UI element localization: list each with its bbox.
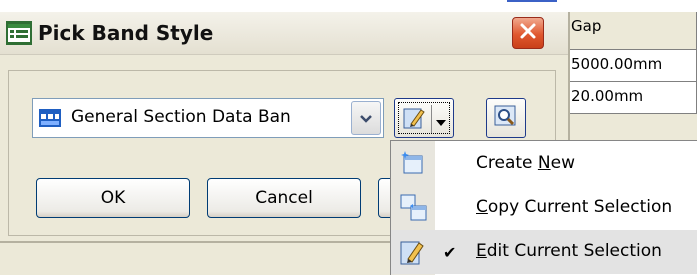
menu-item-label: Create New <box>476 153 575 173</box>
band-style-combobox[interactable]: General Section Data Ban <box>32 98 384 138</box>
pencil-edit-icon <box>400 238 426 270</box>
menu-item-label: Copy Current Selection <box>476 197 673 217</box>
menu-item-create-new[interactable]: Create New <box>391 142 697 186</box>
band-style-icon <box>6 21 32 45</box>
edit-style-split-button[interactable] <box>394 98 454 138</box>
preview-button[interactable] <box>486 98 526 138</box>
background-top-strip <box>0 0 697 12</box>
table-header-gap: Gap <box>565 12 697 50</box>
dialog-title: Pick Band Style <box>38 21 214 45</box>
menu-item-copy-current-selection[interactable]: Copy Current Selection <box>391 186 697 230</box>
title-bar: Pick Band Style <box>0 12 568 55</box>
copy-icon <box>400 194 428 226</box>
dropdown-arrow-icon[interactable] <box>435 113 447 132</box>
combo-value: General Section Data Ban <box>71 107 291 127</box>
close-button[interactable] <box>512 17 544 49</box>
check-icon: ✔ <box>443 243 457 262</box>
split-separator <box>431 105 432 133</box>
background-accent-line <box>507 0 557 2</box>
close-icon <box>519 22 537 44</box>
cancel-button[interactable]: Cancel <box>207 178 361 218</box>
chevron-down-icon <box>359 109 373 128</box>
edit-style-dropdown-menu: Create New Copy Current Selection ✔ Edit… <box>390 140 697 275</box>
band-icon <box>39 109 61 131</box>
pencil-edit-icon <box>403 106 427 134</box>
create-new-icon <box>400 150 426 180</box>
table-cell-gap-1: 5000.00mm <box>565 50 697 82</box>
combo-dropdown-button[interactable] <box>351 101 381 135</box>
table-cell-gap-2: 20.00mm <box>565 82 697 114</box>
magnifier-preview-icon <box>494 105 518 131</box>
menu-item-label: Edit Current Selection <box>476 241 662 261</box>
ok-button[interactable]: OK <box>36 178 190 218</box>
menu-item-edit-current-selection[interactable]: ✔ Edit Current Selection <box>391 230 697 274</box>
